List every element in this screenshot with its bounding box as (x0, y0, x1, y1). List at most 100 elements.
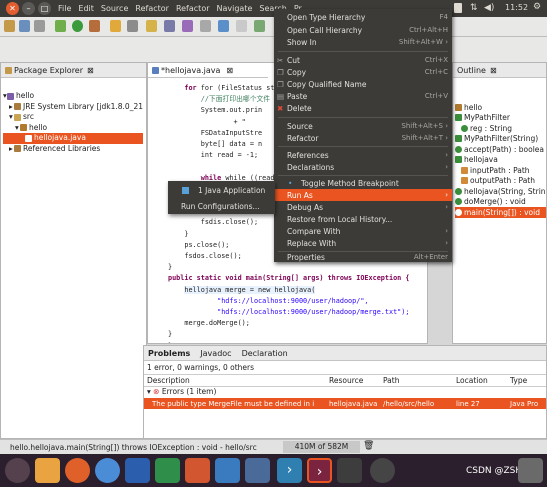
app-icon[interactable] (337, 458, 362, 483)
menu-replace-with[interactable]: Replace With › (274, 237, 452, 249)
terminal-icon[interactable]: › (277, 458, 302, 483)
package-explorer-tab[interactable]: Package Explorer ⊠ (1, 63, 146, 78)
tree-item-ref-libs[interactable]: ▸ Referenced Libraries (3, 144, 146, 155)
outline-item[interactable]: hellojava(String, Strin (455, 186, 546, 197)
menu-source[interactable]: Source (101, 4, 128, 13)
menu-declarations[interactable]: Declarations › (274, 161, 452, 173)
next-annotation-icon[interactable] (218, 20, 229, 32)
errors-group[interactable]: ▾ ⊗ Errors (1 item) (144, 387, 546, 398)
prev-edit-icon[interactable] (236, 20, 247, 32)
outline-item[interactable]: accept(Path) : boolea (455, 144, 546, 155)
menu-source[interactable]: Source Shift+Alt+S › (274, 120, 452, 132)
menu-restore-local-history[interactable]: Restore from Local History... (274, 213, 452, 225)
menu-toggle-method-breakpoint[interactable]: • Toggle Method Breakpoint (274, 177, 452, 189)
outline-item[interactable]: MyPathFilter (455, 113, 546, 124)
col-description[interactable]: Description (144, 376, 329, 385)
col-resource[interactable]: Resource (329, 376, 383, 385)
power-icon[interactable]: ⚙ (533, 2, 541, 12)
tree-item-jre[interactable]: ▸ JRE System Library [jdk1.8.0_21 (3, 102, 146, 113)
tab-javadoc[interactable]: Javadoc (200, 349, 231, 358)
debug-icon[interactable] (55, 20, 66, 32)
tree-item-hellojava[interactable]: hellojava.java (3, 133, 143, 144)
menu-java-application[interactable]: 1 Java Application (168, 184, 275, 196)
menu-cut[interactable]: ✂ Cut Ctrl+X (274, 54, 452, 66)
menu-open-type-hierarchy[interactable]: Open Type Hierarchy F4 (274, 11, 452, 23)
problem-description: The public type MergeFile must be define… (152, 399, 315, 408)
outline-item[interactable]: outputPath : Path (455, 176, 546, 187)
annotation-icon[interactable] (146, 20, 157, 32)
open-type-icon[interactable] (110, 20, 121, 32)
outline-tab[interactable]: Outline ⊠ (453, 63, 546, 78)
col-type[interactable]: Type (510, 376, 527, 385)
problem-row[interactable]: The public type MergeFile must be define… (144, 398, 546, 409)
save-icon[interactable] (19, 20, 30, 32)
chrome-icon[interactable] (95, 458, 120, 483)
menu-refactor-2[interactable]: Refactor (176, 4, 210, 13)
menu-edit[interactable]: Edit (78, 4, 94, 13)
outline-item[interactable]: hellojava (455, 155, 546, 166)
menu-refactor[interactable]: Refactor (135, 4, 169, 13)
outline-item[interactable]: hello (455, 102, 546, 113)
menu-compare-with[interactable]: Compare With › (274, 225, 452, 237)
outline-item[interactable]: doMerge() : void (455, 197, 546, 208)
outline-item[interactable]: inputPath : Path (455, 165, 546, 176)
new-icon[interactable] (4, 20, 15, 32)
close-tab-icon[interactable]: ⊠ (226, 66, 233, 75)
uk-icon[interactable] (215, 458, 240, 483)
menu-refactor[interactable]: Refactor Shift+Alt+T › (274, 132, 452, 144)
editor-tab-label: *hellojava.java (161, 65, 221, 75)
toggle-icon[interactable] (200, 20, 211, 32)
menu-debug-as[interactable]: Debug As › (274, 201, 452, 213)
menu-copy[interactable]: ❐ Copy Ctrl+C (274, 66, 452, 78)
gc-trash-icon[interactable]: 🗑 (363, 441, 374, 451)
firefox-icon[interactable] (65, 458, 90, 483)
maximize-button[interactable]: □ (38, 2, 51, 15)
files-icon[interactable] (35, 458, 60, 483)
close-window-button[interactable]: ✕ (6, 2, 19, 15)
menu-shortcut: Alt+Enter (413, 253, 448, 261)
minimize-button[interactable]: – (22, 2, 35, 15)
col-path[interactable]: Path (383, 376, 456, 385)
menu-delete[interactable]: ✖ Delete (274, 102, 452, 114)
tree-item-src[interactable]: ▾ src (3, 112, 146, 123)
close-tab-icon[interactable]: ⊠ (490, 66, 497, 75)
tree-label: hello (29, 122, 48, 132)
close-tab-icon[interactable]: ⊠ (87, 66, 94, 75)
volume-icon: ◀) (484, 3, 495, 13)
menu-open-call-hierarchy[interactable]: Open Call Hierarchy Ctrl+Alt+H (274, 24, 452, 36)
print-icon[interactable] (34, 20, 45, 32)
forward-icon[interactable] (254, 20, 265, 32)
menu-references[interactable]: References › (274, 149, 452, 161)
outline-item[interactable]: reg : String (455, 123, 546, 134)
menu-navigate[interactable]: Navigate (217, 4, 253, 13)
menu-run-as[interactable]: Run As › (274, 189, 452, 201)
excel-icon[interactable] (155, 458, 180, 483)
terminal-2-icon[interactable]: › (307, 458, 332, 483)
tree-item-hello-project[interactable]: ▾ hello (3, 91, 146, 102)
mail-icon[interactable] (245, 458, 270, 483)
menu-file[interactable]: File (58, 4, 71, 13)
outline-item[interactable]: MyPathFilter(String) (455, 134, 546, 145)
run-icon[interactable] (72, 20, 83, 32)
trash-icon[interactable] (518, 458, 543, 483)
disk-icon[interactable] (370, 458, 395, 483)
powerpoint-icon[interactable] (185, 458, 210, 483)
format-icon[interactable] (182, 20, 193, 32)
menu-properties[interactable]: Properties Alt+Enter (274, 252, 452, 262)
heap-status[interactable]: 410M of 582M (283, 441, 360, 453)
menu-paste[interactable]: ▤ Paste Ctrl+V (274, 90, 452, 102)
word-icon[interactable] (125, 458, 150, 483)
tree-item-hello-package[interactable]: ▾ hello (3, 123, 146, 134)
nav-icon[interactable] (164, 20, 175, 32)
tab-problems[interactable]: Problems (148, 349, 190, 358)
search-icon[interactable] (127, 20, 138, 32)
col-location[interactable]: Location (456, 376, 510, 385)
editor-tab[interactable]: *hellojava.java ⊠ (148, 63, 268, 78)
external-tools-icon[interactable] (89, 20, 100, 32)
menu-show-in[interactable]: Show In Shift+Alt+W › (274, 36, 452, 48)
menu-run-configurations[interactable]: Run Configurations... (168, 200, 275, 212)
tab-declaration[interactable]: Declaration (242, 349, 288, 358)
menu-copy-qualified-name[interactable]: ❐ Copy Qualified Name (274, 78, 452, 90)
ubuntu-icon[interactable] (5, 458, 30, 483)
outline-item-selected[interactable]: main(String[]) : void (455, 207, 546, 218)
